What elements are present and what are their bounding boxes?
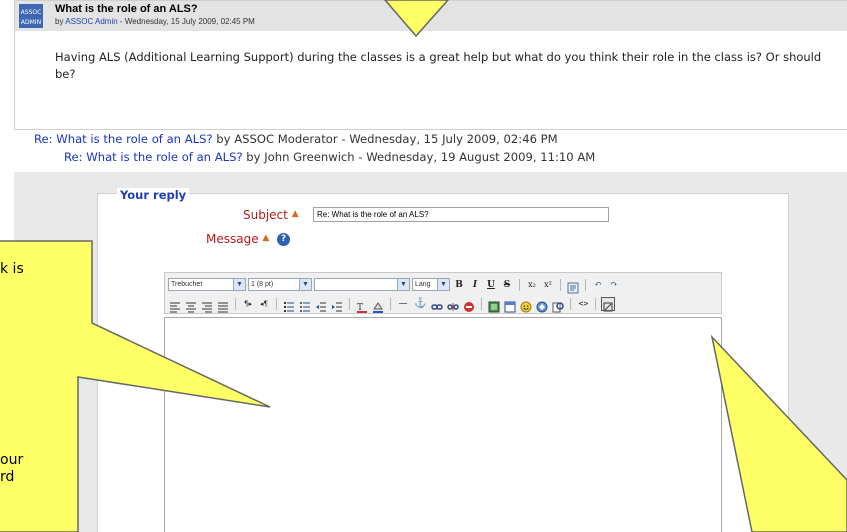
callout-left-line3: rd <box>0 469 15 485</box>
callout-overlay <box>0 0 847 532</box>
callout-left-line2: our <box>0 452 24 468</box>
callout-right <box>710 334 847 532</box>
callout-left-line1: k is <box>0 261 24 277</box>
forum-page: ASSOC ADMIN What is the role of an ALS? … <box>0 0 847 532</box>
callout-left <box>0 240 271 532</box>
callout-top <box>384 0 450 38</box>
